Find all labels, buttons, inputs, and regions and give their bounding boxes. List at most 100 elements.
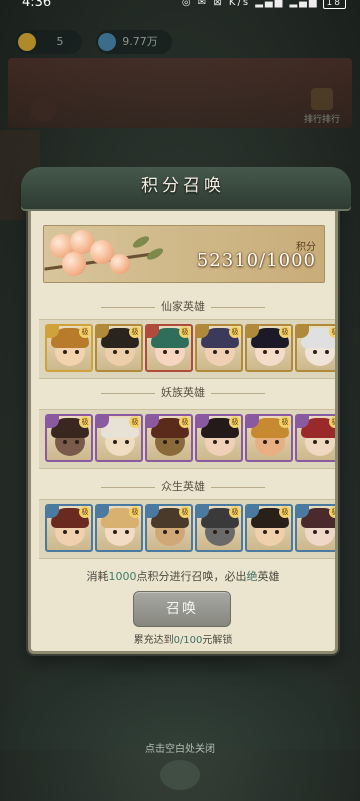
hero-eye: [113, 530, 117, 534]
close-hint[interactable]: 点击空白处关闭: [0, 740, 360, 755]
hero-card[interactable]: 极: [245, 414, 293, 462]
hero-eye: [213, 440, 217, 444]
battery-icon: 18: [322, 0, 346, 9]
section-title: 众生英雄: [31, 479, 335, 495]
background-scenery: [0, 640, 360, 750]
rarity-badge: 极: [179, 326, 191, 338]
hero-eye: [325, 350, 329, 354]
hero-eye: [175, 350, 179, 354]
leaf-icon: [131, 234, 151, 250]
hero-card[interactable]: 极: [145, 324, 193, 372]
hero-card[interactable]: 极: [195, 324, 243, 372]
hero-card[interactable]: 极: [195, 504, 243, 552]
hero-eye: [263, 350, 267, 354]
cost-text-part: 点积分进行召唤，必出: [136, 570, 247, 583]
hero-eye: [75, 530, 79, 534]
hero-eye: [125, 440, 129, 444]
rarity-badge: 极: [129, 326, 141, 338]
rarity-badge: 极: [179, 506, 191, 518]
rarity-badge: 极: [329, 416, 335, 428]
summon-button[interactable]: 召唤: [133, 591, 231, 627]
ranking-button[interactable]: 排行排行: [300, 88, 344, 128]
hero-card[interactable]: 极: [95, 414, 143, 462]
jade-value: 9.77万: [122, 35, 158, 48]
unlock-text-part: 累充达到: [133, 635, 174, 646]
hero-eye: [263, 530, 267, 534]
cost-description: 消耗1000点积分进行召唤，必出绝英雄: [31, 568, 335, 584]
rarity-badge: 极: [229, 416, 241, 428]
hero-row: 极极极极极极: [39, 319, 335, 379]
network-icons: ◎ ✉ ⊠ K/s ▂▄▆ ▂▄▆: [181, 0, 319, 8]
hero-card[interactable]: 极: [45, 324, 93, 372]
peach-icon: [110, 254, 130, 274]
hero-eye: [275, 350, 279, 354]
status-bar: 4:36 ◎ ✉ ⊠ K/s ▂▄▆ ▂▄▆ 18: [0, 0, 360, 14]
rarity-badge: 极: [79, 416, 91, 428]
section-title: 仙家英雄: [31, 299, 335, 315]
jade-counter[interactable]: 9.77万: [96, 30, 172, 54]
rarity-badge: 极: [329, 506, 335, 518]
hero-card[interactable]: 极: [195, 414, 243, 462]
status-icons: ◎ ✉ ⊠ K/s ▂▄▆ ▂▄▆ 18: [182, 0, 346, 10]
hero-card[interactable]: 极: [95, 324, 143, 372]
hero-eye: [125, 350, 129, 354]
gold-value: 5: [56, 35, 64, 48]
cost-amount: 1000: [108, 570, 137, 583]
hero-eye: [63, 440, 67, 444]
gold-icon: [18, 33, 36, 51]
hero-card[interactable]: 极: [245, 504, 293, 552]
rarity-badge: 极: [329, 326, 335, 338]
status-time: 4:36: [22, 0, 52, 10]
rarity-badge: 极: [179, 416, 191, 428]
leaf-icon: [145, 246, 165, 262]
side-menu-button[interactable]: [30, 96, 56, 122]
dialog-title: 积分召唤: [141, 176, 225, 196]
rarity-badge: 极: [279, 416, 291, 428]
rarity-badge: 极: [229, 506, 241, 518]
unlock-text-part: 元解锁: [202, 635, 233, 646]
hero-card[interactable]: 极: [295, 324, 335, 372]
hero-eye: [175, 440, 179, 444]
score-value: 52310/1000: [196, 250, 316, 271]
hero-card[interactable]: 极: [95, 504, 143, 552]
hero-card[interactable]: 极: [45, 504, 93, 552]
ranking-icon: [311, 88, 333, 110]
hero-card[interactable]: 极: [145, 504, 193, 552]
hero-eye: [113, 350, 117, 354]
hero-row: 极极极极极极: [39, 409, 335, 469]
hero-eye: [75, 350, 79, 354]
cost-rarity: 绝: [246, 570, 258, 583]
hero-eye: [325, 440, 329, 444]
hero-eye: [163, 530, 167, 534]
unlock-progress: 0/100: [173, 635, 203, 646]
hero-card[interactable]: 极: [245, 324, 293, 372]
background-orb: [160, 760, 200, 790]
hero-card[interactable]: 极: [45, 414, 93, 462]
hero-eye: [63, 350, 67, 354]
hero-eye: [313, 440, 317, 444]
hero-eye: [113, 440, 117, 444]
section-title: 妖族英雄: [31, 385, 335, 401]
jade-icon: [98, 33, 116, 51]
gold-counter[interactable]: 5: [16, 30, 82, 54]
rarity-badge: 极: [129, 416, 141, 428]
hero-eye: [263, 440, 267, 444]
hero-eye: [175, 530, 179, 534]
rarity-badge: 极: [129, 506, 141, 518]
points-banner: 积分 52310/1000: [43, 225, 325, 283]
rarity-badge: 极: [279, 326, 291, 338]
hero-eye: [213, 530, 217, 534]
hero-eye: [225, 530, 229, 534]
hero-eye: [163, 350, 167, 354]
hero-eye: [313, 350, 317, 354]
hero-card[interactable]: 极: [295, 504, 335, 552]
rarity-badge: 极: [229, 326, 241, 338]
ranking-label: 排行排行: [303, 115, 340, 125]
hero-card[interactable]: 极: [145, 414, 193, 462]
hero-eye: [275, 440, 279, 444]
rarity-badge: 极: [79, 506, 91, 518]
hero-eye: [63, 530, 67, 534]
cost-text-part: 消耗: [86, 570, 109, 583]
points-summon-dialog: 积分召唤 积分 52310/1000 仙家英雄极极极极极极妖族英雄极极极极极极众…: [21, 167, 351, 654]
hero-card[interactable]: 极: [295, 414, 335, 462]
